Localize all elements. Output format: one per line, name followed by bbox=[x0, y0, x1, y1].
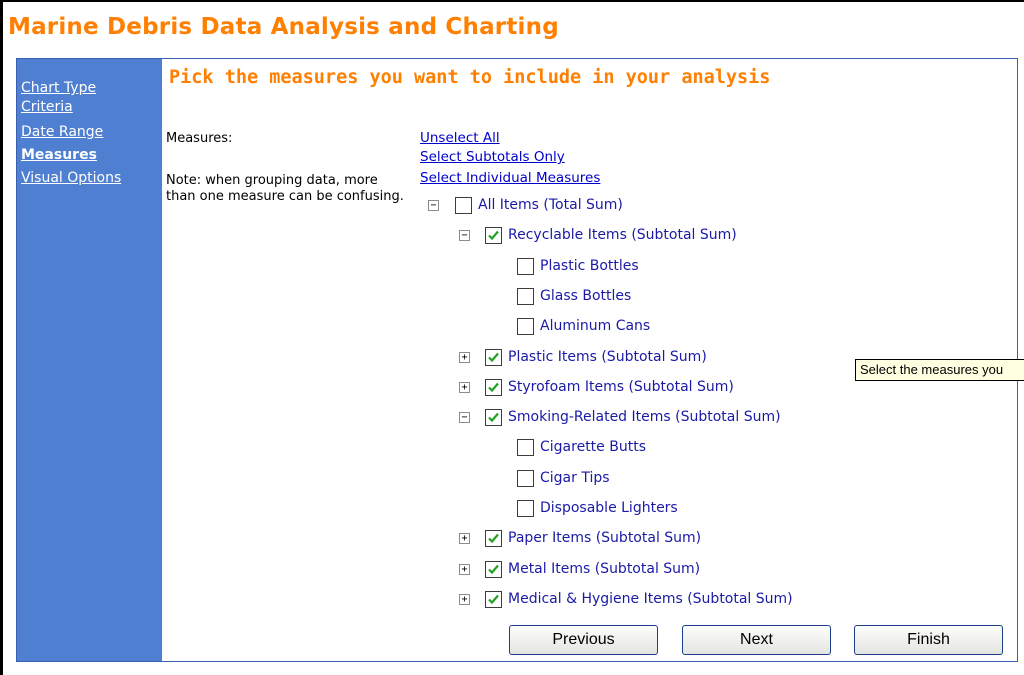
tooltip: Select the measures you bbox=[855, 359, 1024, 381]
select-subtotals-link[interactable]: Select Subtotals Only bbox=[420, 149, 565, 165]
tree-node: + Plastic Items (Subtotal Sum) bbox=[162, 347, 862, 369]
checkmark-icon bbox=[488, 231, 499, 241]
tree-node: Disposable Lighters bbox=[162, 498, 862, 520]
checkmark-icon bbox=[488, 534, 499, 544]
checkmark-icon bbox=[488, 594, 499, 605]
tree-node: Cigarette Butts bbox=[162, 437, 862, 459]
expand-icon[interactable]: + bbox=[459, 593, 470, 605]
tree-node: + Styrofoam Items (Subtotal Sum) bbox=[162, 377, 862, 399]
sidebar: Chart Type Criteria Date Range Measures … bbox=[17, 59, 162, 661]
tree-node-label[interactable]: Disposable Lighters bbox=[540, 500, 678, 516]
measures-label: Measures: bbox=[166, 131, 233, 146]
select-individual-link[interactable]: Select Individual Measures bbox=[420, 170, 600, 186]
tree-node: Glass Bottles bbox=[162, 286, 862, 308]
nav-criteria[interactable]: Criteria bbox=[21, 99, 73, 115]
nav-measures[interactable]: Measures bbox=[21, 147, 97, 163]
tree-node-label[interactable]: Plastic Items (Subtotal Sum) bbox=[508, 349, 707, 365]
measure-checkbox[interactable] bbox=[517, 469, 534, 487]
checkmark-icon bbox=[488, 564, 499, 574]
expand-icon[interactable]: + bbox=[459, 351, 470, 363]
tree-node: Cigar Tips bbox=[162, 468, 862, 490]
next-button[interactable]: Next bbox=[682, 625, 831, 655]
nav-chart-type[interactable]: Chart Type bbox=[21, 80, 96, 96]
measure-checkbox[interactable] bbox=[517, 257, 534, 275]
collapse-icon[interactable]: − bbox=[459, 230, 470, 242]
tree-node-label[interactable]: Cigarette Butts bbox=[540, 439, 646, 455]
nav-visual-options[interactable]: Visual Options bbox=[21, 170, 121, 186]
tree-node: + Metal Items (Subtotal Sum) bbox=[162, 559, 862, 581]
tree-node-label[interactable]: Plastic Bottles bbox=[540, 258, 639, 274]
checkmark-icon bbox=[488, 412, 499, 423]
measure-checkbox[interactable] bbox=[517, 287, 534, 305]
measure-checkbox[interactable] bbox=[485, 409, 502, 427]
tree-node: + Medical & Hygiene Items (Subtotal Sum) bbox=[162, 589, 862, 611]
expand-icon[interactable]: + bbox=[459, 381, 470, 393]
tree-node: − All Items (Total Sum) bbox=[162, 195, 862, 217]
app-title: Marine Debris Data Analysis and Charting bbox=[8, 14, 559, 40]
section-title: Pick the measures you want to include in… bbox=[169, 67, 771, 88]
tree-node-label[interactable]: Recyclable Items (Subtotal Sum) bbox=[508, 227, 737, 243]
measure-checkbox[interactable] bbox=[455, 197, 472, 214]
checkmark-icon bbox=[488, 382, 499, 392]
tree-node: − Smoking-Related Items (Subtotal Sum) bbox=[162, 407, 862, 429]
expand-icon[interactable]: + bbox=[459, 563, 470, 575]
tree-node: + Paper Items (Subtotal Sum) bbox=[162, 528, 862, 550]
measure-checkbox[interactable] bbox=[485, 227, 502, 245]
tree-node-label[interactable]: Styrofoam Items (Subtotal Sum) bbox=[508, 379, 734, 395]
measure-checkbox[interactable] bbox=[517, 500, 534, 517]
tree-node-label[interactable]: All Items (Total Sum) bbox=[478, 197, 623, 213]
nav-date-range[interactable]: Date Range bbox=[21, 124, 103, 140]
measure-checkbox[interactable] bbox=[485, 530, 502, 548]
tree-node-label[interactable]: Aluminum Cans bbox=[540, 318, 650, 334]
collapse-icon[interactable]: − bbox=[428, 200, 439, 211]
tree-node-label[interactable]: Medical & Hygiene Items (Subtotal Sum) bbox=[508, 591, 793, 607]
tree-node-label[interactable]: Cigar Tips bbox=[540, 470, 610, 486]
measure-checkbox[interactable] bbox=[485, 348, 502, 366]
collapse-icon[interactable]: − bbox=[459, 412, 470, 424]
tree-node: − Recyclable Items (Subtotal Sum) bbox=[162, 225, 862, 247]
measure-checkbox[interactable] bbox=[517, 439, 534, 457]
tree-node: Plastic Bottles bbox=[162, 256, 862, 278]
tree-node: Aluminum Cans bbox=[162, 316, 862, 338]
unselect-all-link[interactable]: Unselect All bbox=[420, 130, 500, 146]
previous-button[interactable]: Previous bbox=[509, 625, 658, 655]
measure-checkbox[interactable] bbox=[517, 318, 534, 336]
finish-button[interactable]: Finish bbox=[854, 625, 1003, 655]
tree-node-label[interactable]: Paper Items (Subtotal Sum) bbox=[508, 530, 701, 546]
checkmark-icon bbox=[488, 352, 499, 362]
tree-node-label[interactable]: Metal Items (Subtotal Sum) bbox=[508, 561, 700, 577]
tree-node-label[interactable]: Glass Bottles bbox=[540, 288, 631, 304]
tree-node-label[interactable]: Smoking-Related Items (Subtotal Sum) bbox=[508, 409, 781, 425]
measure-checkbox[interactable] bbox=[485, 590, 502, 608]
expand-icon[interactable]: + bbox=[459, 533, 470, 545]
measure-checkbox[interactable] bbox=[485, 378, 502, 396]
measure-checkbox[interactable] bbox=[485, 560, 502, 578]
